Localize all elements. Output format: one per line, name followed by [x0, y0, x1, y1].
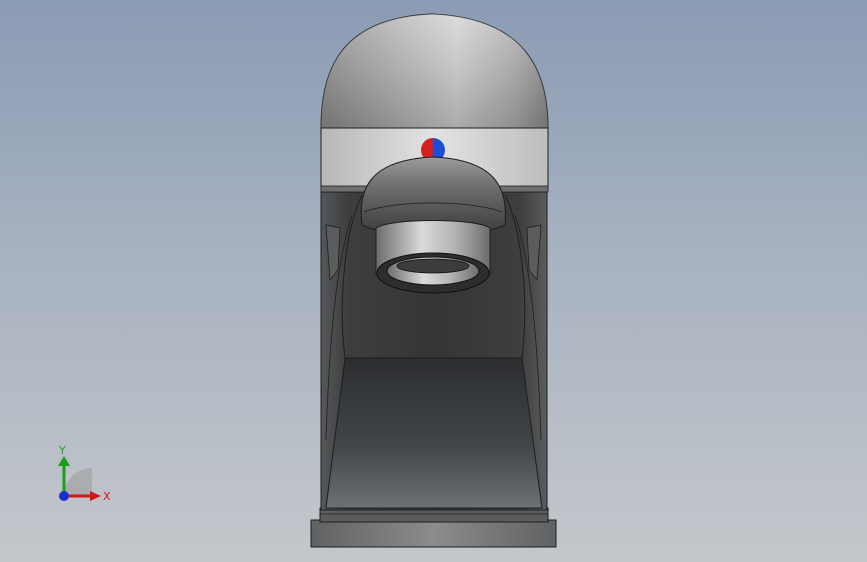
y-axis-label: Y	[58, 444, 66, 457]
y-axis-arrow	[58, 456, 70, 466]
x-axis-arrow	[90, 491, 101, 501]
view-triad[interactable]: Y X	[48, 438, 118, 508]
x-axis-label: X	[103, 490, 111, 503]
z-axis-dot	[59, 491, 69, 501]
faucet-model[interactable]	[0, 0, 867, 562]
body-cavity[interactable]	[325, 357, 543, 509]
graphics-viewport[interactable]: Y X	[0, 0, 867, 562]
base-plate[interactable]	[310, 519, 557, 548]
